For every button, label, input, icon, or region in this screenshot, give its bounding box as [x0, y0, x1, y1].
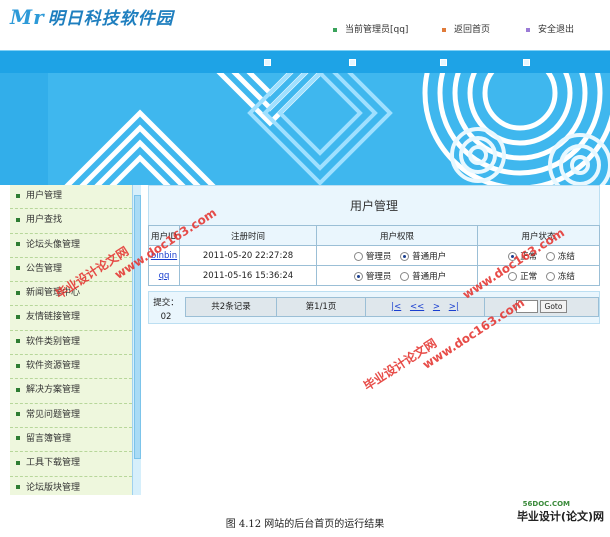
- square-icon: [442, 27, 446, 32]
- current-admin-label: 当前管理员[qq]: [345, 25, 409, 35]
- logo-mark: Mr: [10, 5, 45, 29]
- sidebar-item-resource-manage[interactable]: 软件资源管理: [10, 355, 132, 380]
- reg-time: 2011-05-20 22:27:28: [179, 245, 317, 266]
- home-label: 返回首页: [454, 25, 491, 35]
- bullet-icon: [16, 339, 20, 344]
- sidebar-item-label: 软件资源管理: [26, 361, 81, 372]
- square-icon: [333, 27, 337, 32]
- sidebar-item-label: 论坛头像管理: [26, 239, 81, 250]
- submit-area[interactable]: 提交： 02: [151, 296, 181, 324]
- sidebar-item-solution-manage[interactable]: 解决方案管理: [10, 379, 132, 404]
- bullet-icon: [16, 363, 20, 368]
- scrollbar-thumb[interactable]: [134, 195, 141, 459]
- bullet-icon: [16, 217, 20, 222]
- sidebar-item-user-manage[interactable]: 用户管理: [10, 185, 132, 210]
- submit-label: 提交：: [153, 298, 179, 308]
- logout-link[interactable]: 安全退出: [526, 22, 575, 35]
- pagination: 共2条记录 第1/1页 |< << > >| Goto: [185, 297, 599, 317]
- sidebar-item-guestbook-manage[interactable]: 留言簿管理: [10, 428, 132, 453]
- goto-button[interactable]: Goto: [539, 300, 568, 313]
- sidebar-item-user-search[interactable]: 用户查找: [10, 209, 132, 234]
- bullet-icon: [16, 193, 20, 198]
- bullet-icon: [16, 290, 20, 295]
- bullet-icon: [16, 436, 20, 441]
- sidebar-item-label: 友情链接管理: [26, 312, 81, 323]
- last-page-link[interactable]: >|: [449, 302, 459, 312]
- logout-label: 安全退出: [538, 25, 575, 35]
- first-page-link[interactable]: |<: [391, 302, 401, 312]
- logo-text: 明日科技软件园: [47, 9, 174, 29]
- perm-user-radio[interactable]: [400, 251, 410, 261]
- bullet-icon: [16, 387, 20, 392]
- brand-name: 毕业设计(论文)网: [516, 510, 604, 523]
- sidebar-item-label: 用户查找: [26, 215, 63, 226]
- sidebar-item-label: 公告管理: [26, 263, 63, 274]
- perm-admin-label: 管理员: [365, 251, 392, 262]
- sidebar-scrollbar[interactable]: [132, 185, 141, 495]
- bullet-icon: [16, 266, 20, 271]
- page-indicator: 第1/1页: [277, 298, 366, 316]
- home-link[interactable]: 返回首页: [442, 22, 491, 35]
- perm-user-label: 普通用户: [412, 251, 447, 262]
- nav-square-icon[interactable]: [349, 59, 356, 66]
- table-row: qq 2011-05-16 15:36:24 管理员 普通用户 正常 冻结: [148, 265, 600, 286]
- sidebar-item-label: 用户管理: [26, 191, 63, 201]
- user-link[interactable]: qq: [159, 271, 170, 281]
- sidebar-item-label: 留言簿管理: [26, 433, 72, 444]
- state-frozen-label: 冻结: [557, 251, 575, 262]
- bullet-icon: [16, 412, 20, 417]
- perm-admin-radio[interactable]: [353, 271, 363, 281]
- bullet-icon: [16, 242, 20, 247]
- bullet-icon: [16, 314, 20, 319]
- bullet-icon: [16, 485, 20, 490]
- reg-time: 2011-05-16 15:36:24: [179, 265, 317, 286]
- main-panel: 用户管理 用户ID 注册时间 用户权限 用户状态 binbin 2011-05-…: [142, 185, 600, 495]
- sidebar-item-links-manage[interactable]: 友情链接管理: [10, 306, 132, 331]
- sidebar-item-tools-manage[interactable]: 工具下载管理: [10, 452, 132, 477]
- top-header: Mr 明日科技软件园 当前管理员[qq] 返回首页 安全退出: [0, 0, 610, 50]
- sidebar-menu: 用户管理 用户查找 论坛头像管理 公告管理 新闻管理中心 友情链接管理 软件类别…: [10, 185, 133, 495]
- square-icon: [526, 27, 530, 32]
- perm-user-label: 普通用户: [412, 271, 447, 282]
- brand-site: 56DOC.COM: [522, 500, 570, 508]
- banner-art: [0, 73, 610, 185]
- nav-square-icon[interactable]: [523, 59, 530, 66]
- nav-square-icon[interactable]: [264, 59, 271, 66]
- prev-page-link[interactable]: <<: [410, 302, 424, 312]
- sidebar-item-label: 软件类别管理: [26, 336, 81, 347]
- nav-bar: [0, 50, 610, 74]
- nav-square-icon[interactable]: [440, 59, 447, 66]
- state-normal-label: 正常: [520, 271, 538, 282]
- next-page-link[interactable]: >: [433, 302, 440, 312]
- current-admin-link[interactable]: 当前管理员[qq]: [333, 22, 409, 35]
- col-permission: 用户权限: [316, 225, 478, 246]
- state-frozen-radio[interactable]: [545, 251, 555, 261]
- perm-admin-label: 管理员: [365, 271, 392, 282]
- sidebar-item-category-manage[interactable]: 软件类别管理: [10, 331, 132, 356]
- sidebar-item-faq-manage[interactable]: 常见问题管理: [10, 404, 132, 428]
- perm-user-radio[interactable]: [400, 271, 410, 281]
- state-frozen-label: 冻结: [557, 271, 575, 282]
- sidebar-item-label: 常见问题管理: [26, 409, 81, 420]
- bullet-icon: [16, 460, 20, 465]
- header-banner: [0, 73, 610, 185]
- brand-logo: 56DOC.COM 毕业设计(论文)网: [516, 500, 604, 524]
- sidebar-item-forum-board-manage[interactable]: 论坛版块管理: [10, 477, 132, 495]
- record-count: 共2条记录: [186, 298, 277, 316]
- sidebar-item-label: 工具下载管理: [26, 458, 81, 469]
- table-footer: 提交： 02 共2条记录 第1/1页 |< << > >| Goto: [148, 291, 600, 324]
- sidebar-item-label: 论坛版块管理: [26, 482, 81, 493]
- state-frozen-radio[interactable]: [545, 271, 555, 281]
- site-logo: Mr 明日科技软件园: [10, 4, 174, 29]
- perm-admin-radio[interactable]: [353, 251, 363, 261]
- sidebar-item-label: 解决方案管理: [26, 385, 81, 396]
- submit-code: 02: [160, 312, 172, 322]
